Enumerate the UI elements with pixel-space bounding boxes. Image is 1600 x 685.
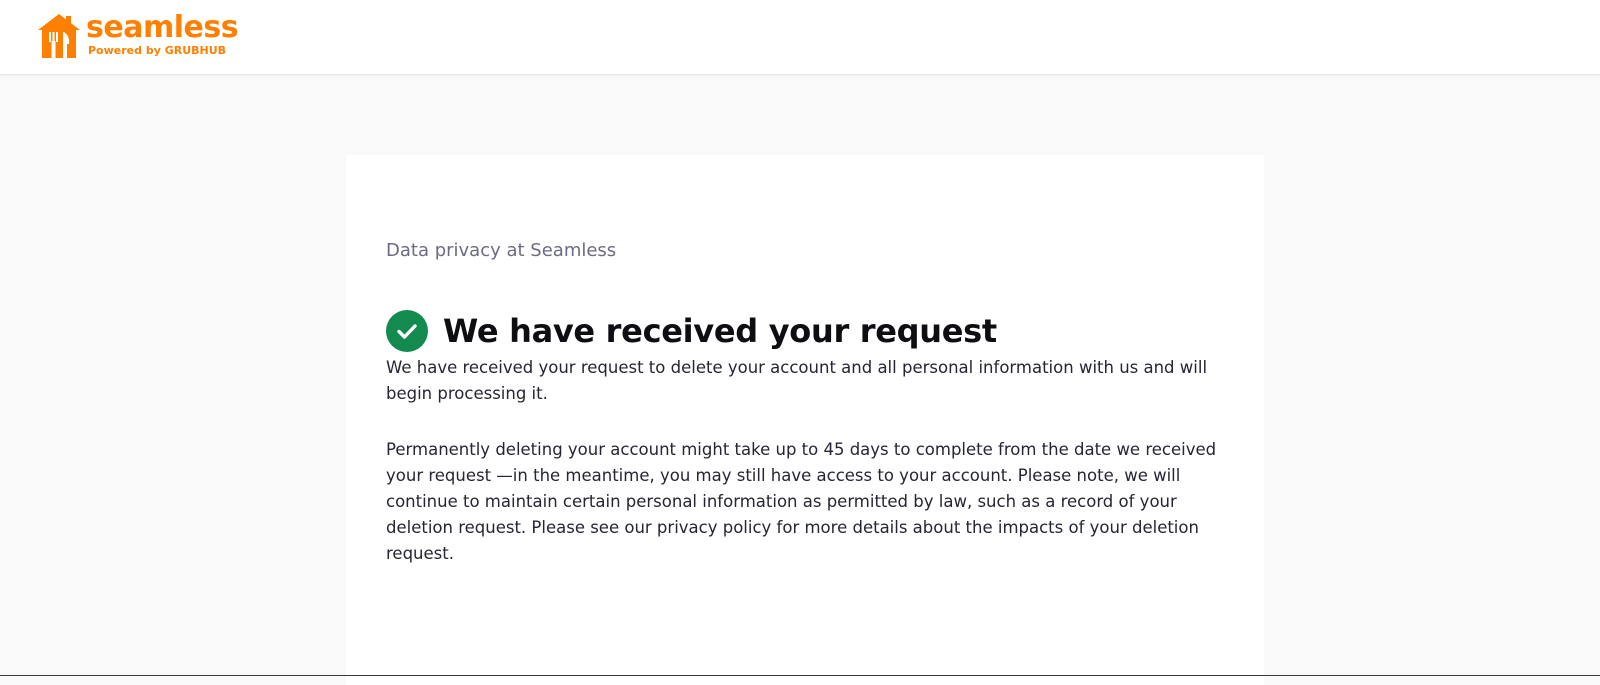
logo-text: seamless Powered by GRUBHUB [86, 10, 239, 58]
confirmation-card: Data privacy at Seamless We have receive… [346, 155, 1264, 685]
deletion-details: Permanently deleting your account might … [386, 440, 1217, 563]
confirmation-message: We have received your request to delete … [386, 358, 1208, 403]
page-title: We have received your request [443, 312, 997, 350]
brand-name: seamless [86, 10, 239, 45]
page-eyebrow: Data privacy at Seamless [386, 240, 617, 261]
restaurant-house-icon [38, 14, 80, 58]
site-header: seamless Powered by GRUBHUB [0, 0, 1600, 75]
seamless-logo[interactable]: seamless Powered by GRUBHUB [36, 10, 239, 60]
brand-tagline: Powered by GRUBHUB [88, 44, 227, 57]
check-circle-icon [386, 310, 428, 352]
title-row: We have received your request [386, 310, 997, 352]
